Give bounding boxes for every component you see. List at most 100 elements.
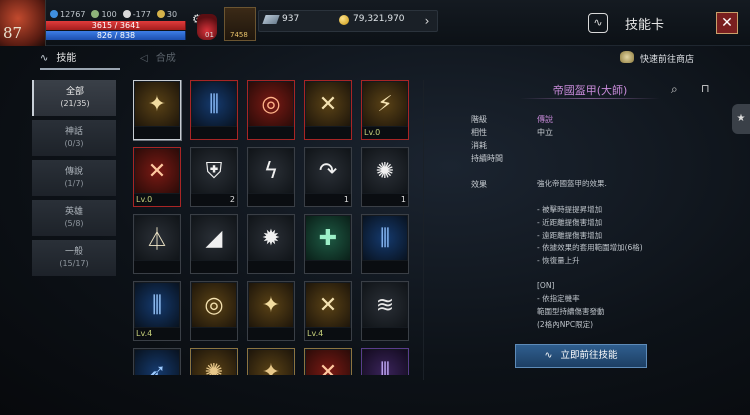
- armor-skill-icon: ✦: [249, 350, 293, 375]
- lock-icon[interactable]: ⊓: [701, 83, 711, 95]
- skill-card[interactable]: ◢: [190, 214, 238, 274]
- card-footer: 2: [191, 194, 237, 206]
- crossed-swords-skill-icon: ✕: [306, 350, 350, 375]
- skill-card[interactable]: ✺: [190, 348, 238, 375]
- skill-swirl-icon: ∿: [40, 53, 49, 64]
- card-footer: [248, 261, 294, 273]
- target-skill-icon: ◎: [192, 283, 236, 327]
- skill-card[interactable]: ✚: [304, 214, 352, 274]
- skill-card[interactable]: ✕: [304, 348, 352, 375]
- skill-card[interactable]: ⛨ 2: [190, 147, 238, 207]
- card-footer: Lv.0: [134, 194, 180, 206]
- card-footer: [134, 261, 180, 273]
- arrows-skill-icon: ➶: [135, 350, 179, 375]
- tab-skills[interactable]: ∿ 技能: [40, 48, 120, 70]
- category-label: 英雄: [64, 207, 83, 217]
- category-label: 全部: [65, 87, 84, 97]
- skill-card[interactable]: ✕ Lv.4: [304, 281, 352, 341]
- pillar-skill-icon: ⫼: [363, 350, 407, 375]
- skill-card[interactable]: ✺ 1: [361, 147, 409, 207]
- prop-label-affinity: 相性: [471, 128, 487, 137]
- effect-line: [ON]: [537, 281, 555, 290]
- hp-text: 3615 / 3641: [91, 21, 141, 30]
- skill-card[interactable]: ⫼: [190, 80, 238, 140]
- skill-card[interactable]: ⫼: [361, 348, 409, 375]
- effect-line: - 依指定機率: [537, 294, 580, 303]
- tab-synthesis[interactable]: ◁ 合成: [140, 48, 210, 70]
- category-legendary[interactable]: 傳說 (1/7): [32, 160, 116, 196]
- crossed-swords-skill-icon: ✕: [306, 82, 350, 126]
- card-footer: [362, 261, 408, 273]
- skill-card[interactable]: ✕: [304, 80, 352, 140]
- skill-card[interactable]: ⚡ Lv.0: [361, 80, 409, 140]
- panel-divider: [423, 80, 424, 380]
- quick-shop-link[interactable]: 快速前往商店: [640, 52, 694, 65]
- currency-expand-button[interactable]: ›: [418, 11, 436, 31]
- category-hero[interactable]: 英雄 (5/8): [32, 200, 116, 236]
- card-footer: Lv.0: [362, 127, 408, 139]
- lightning-skill-icon: ϟ: [249, 149, 293, 193]
- card-footer: [248, 328, 294, 340]
- skill-card[interactable]: ⫼: [361, 214, 409, 274]
- side-star-tab[interactable]: ★: [732, 104, 750, 134]
- skill-card[interactable]: ✹: [247, 214, 295, 274]
- target-skill-icon: ◎: [249, 82, 293, 126]
- burst-skill-icon: ✺: [363, 149, 407, 193]
- detail-card-title: 帝國盔甲(大師): [552, 84, 628, 97]
- burst-skill-icon: ✺: [192, 350, 236, 375]
- shop-bag-icon[interactable]: [620, 51, 634, 63]
- category-count: (21/35): [60, 99, 90, 108]
- effect-line: - 近距離提傷害增加: [537, 218, 603, 227]
- category-label: 傳說: [64, 167, 83, 177]
- card-level: Lv.4: [307, 329, 324, 338]
- character-portrait[interactable]: 87: [0, 0, 46, 46]
- category-count: (5/8): [64, 219, 84, 228]
- weight-skill-icon: ⏃: [135, 216, 179, 260]
- card-footer: [191, 328, 237, 340]
- crossed-swords-skill-icon: ✕: [135, 149, 179, 193]
- card-footer: [191, 127, 237, 139]
- card-footer: 1: [305, 194, 351, 206]
- card-footer: 1: [362, 194, 408, 206]
- gem-amount: 937: [282, 14, 300, 24]
- skill-card[interactable]: ⫼ Lv.4: [133, 281, 181, 341]
- go-to-skill-button[interactable]: ∿ 立即前往技能: [515, 344, 647, 368]
- skill-card[interactable]: ◎: [247, 80, 295, 140]
- skill-card[interactable]: ➶: [133, 348, 181, 375]
- stat-2: 100: [91, 10, 117, 19]
- skill-card[interactable]: ✦: [133, 80, 181, 140]
- card-footer: [362, 328, 408, 340]
- card-level: Lv.0: [364, 128, 381, 137]
- category-mythic[interactable]: 神話 (0/3): [32, 120, 116, 156]
- category-all[interactable]: 全部 (21/35): [32, 80, 116, 116]
- search-icon[interactable]: ⌕: [671, 83, 683, 95]
- skill-card[interactable]: ≋: [361, 281, 409, 341]
- skill-card[interactable]: ↷ 1: [304, 147, 352, 207]
- card-footer: [134, 127, 180, 139]
- close-button[interactable]: ✕: [716, 12, 738, 34]
- skill-card-window: 87 12767 100 -177 30 3615 / 3641 826 / 8…: [0, 0, 750, 415]
- stat-2-icon: [91, 10, 100, 18]
- card-footer: [248, 127, 294, 139]
- effect-line: 範圍型持續傷害發動: [537, 307, 605, 316]
- shield-skill-icon: ⛨: [192, 149, 236, 193]
- skill-card[interactable]: ✦: [247, 281, 295, 341]
- tab-skills-label: 技能: [56, 53, 77, 64]
- prop-value-grade: 傳說: [537, 115, 553, 124]
- power-icon: [50, 10, 58, 18]
- skill-card[interactable]: ✕ Lv.0: [133, 147, 181, 207]
- card-count: 1: [343, 195, 349, 204]
- card-count: 1: [400, 195, 406, 204]
- mp-text: 826 / 838: [96, 31, 136, 40]
- skill-card[interactable]: ϟ: [247, 147, 295, 207]
- skill-card[interactable]: ⏃: [133, 214, 181, 274]
- effect-line: - 遠距離提傷害增加: [537, 231, 603, 240]
- category-common[interactable]: 一般 (15/17): [32, 240, 116, 276]
- eye-skill-icon: ◢: [192, 216, 236, 260]
- effect-line: (2格內NPC限定): [537, 320, 593, 329]
- sword-strike-skill-icon: ⚡: [363, 82, 407, 126]
- go-to-skill-label: 立即前往技能: [560, 350, 618, 361]
- skill-card[interactable]: ✦: [247, 348, 295, 375]
- card-footer: [248, 194, 294, 206]
- skill-card[interactable]: ◎: [190, 281, 238, 341]
